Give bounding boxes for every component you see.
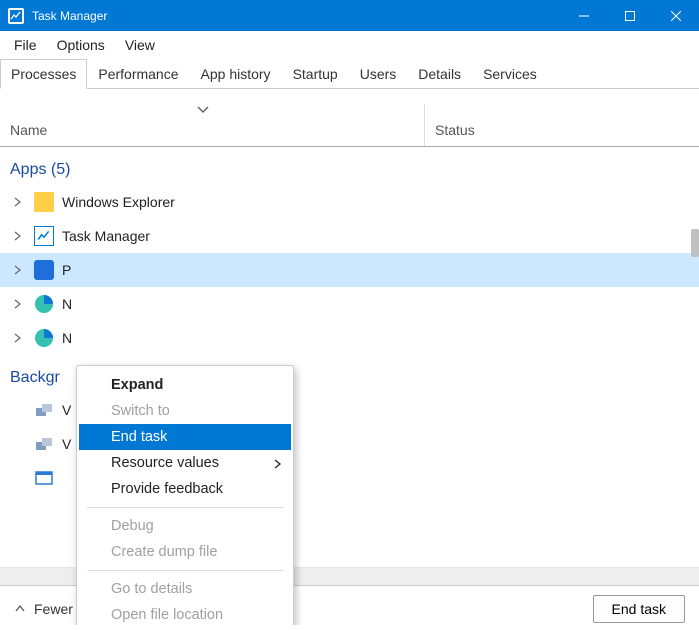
- process-name: Windows Explorer: [62, 194, 175, 210]
- menu-view[interactable]: View: [115, 34, 165, 56]
- tab-startup[interactable]: Startup: [282, 59, 349, 89]
- fewer-details-button[interactable]: Fewer: [14, 601, 73, 617]
- app-icon: [34, 260, 54, 280]
- expand-chevron-icon[interactable]: [8, 265, 26, 275]
- process-name: N: [62, 330, 72, 346]
- sort-chevron-icon[interactable]: [196, 101, 210, 117]
- process-row[interactable]: Task Manager: [0, 219, 699, 253]
- column-status[interactable]: Status: [424, 104, 699, 146]
- context-separator: [87, 507, 283, 508]
- process-name: V: [62, 402, 71, 418]
- window-title: Task Manager: [32, 9, 561, 23]
- process-row-selected[interactable]: P: [0, 253, 699, 287]
- close-button[interactable]: [653, 0, 699, 31]
- tab-services[interactable]: Services: [472, 59, 548, 89]
- group-apps-label: Apps: [10, 161, 46, 178]
- process-name: P: [62, 262, 71, 278]
- menu-options[interactable]: Options: [47, 34, 115, 56]
- submenu-arrow-icon: [273, 457, 281, 473]
- context-switch-to: Switch to: [79, 398, 291, 424]
- process-row[interactable]: Windows Explorer: [0, 185, 699, 219]
- tab-processes[interactable]: Processes: [0, 59, 87, 89]
- titlebar: Task Manager: [0, 0, 699, 31]
- minimize-button[interactable]: [561, 0, 607, 31]
- process-row[interactable]: N: [0, 287, 699, 321]
- context-create-dump: Create dump file: [79, 539, 291, 565]
- expand-chevron-icon[interactable]: [8, 231, 26, 241]
- process-list: Apps (5) Windows Explorer Task Manager P…: [0, 147, 699, 625]
- expand-chevron-icon[interactable]: [8, 299, 26, 309]
- tabs: Processes Performance App history Startu…: [0, 58, 699, 89]
- context-resource-values[interactable]: Resource values: [79, 450, 291, 476]
- menubar: File Options View: [0, 31, 699, 58]
- group-apps-count: (5): [51, 161, 71, 178]
- window-icon: [34, 468, 54, 488]
- explorer-icon: [34, 192, 54, 212]
- process-row[interactable]: N: [0, 321, 699, 355]
- app-icon: [8, 8, 24, 24]
- fewer-details-label: Fewer: [34, 601, 73, 617]
- context-separator: [87, 570, 283, 571]
- group-apps[interactable]: Apps (5): [0, 147, 699, 185]
- context-menu: Expand Switch to End task Resource value…: [76, 365, 294, 625]
- scrollbar-thumb[interactable]: [691, 229, 699, 257]
- context-go-to-details: Go to details: [79, 576, 291, 602]
- edge-icon: [34, 328, 54, 348]
- context-provide-feedback[interactable]: Provide feedback: [79, 476, 291, 502]
- context-end-task[interactable]: End task: [79, 424, 291, 450]
- task-manager-icon: [34, 226, 54, 246]
- column-header: Name Status: [0, 89, 699, 147]
- edge-icon: [34, 294, 54, 314]
- tab-users[interactable]: Users: [349, 59, 408, 89]
- service-icon: [34, 434, 54, 454]
- process-name: Task Manager: [62, 228, 150, 244]
- tab-details[interactable]: Details: [407, 59, 472, 89]
- process-name: N: [62, 296, 72, 312]
- context-open-file-location: Open file location: [79, 602, 291, 625]
- expand-chevron-icon[interactable]: [8, 197, 26, 207]
- tab-performance[interactable]: Performance: [87, 59, 189, 89]
- service-icon: [34, 400, 54, 420]
- expand-chevron-icon[interactable]: [8, 333, 26, 343]
- context-resource-values-label: Resource values: [111, 455, 219, 471]
- context-debug: Debug: [79, 513, 291, 539]
- maximize-button[interactable]: [607, 0, 653, 31]
- menu-file[interactable]: File: [4, 34, 47, 56]
- tab-app-history[interactable]: App history: [190, 59, 282, 89]
- end-task-button[interactable]: End task: [593, 595, 685, 623]
- column-name[interactable]: Name: [0, 122, 424, 146]
- context-expand[interactable]: Expand: [79, 372, 291, 398]
- process-name: V: [62, 436, 71, 452]
